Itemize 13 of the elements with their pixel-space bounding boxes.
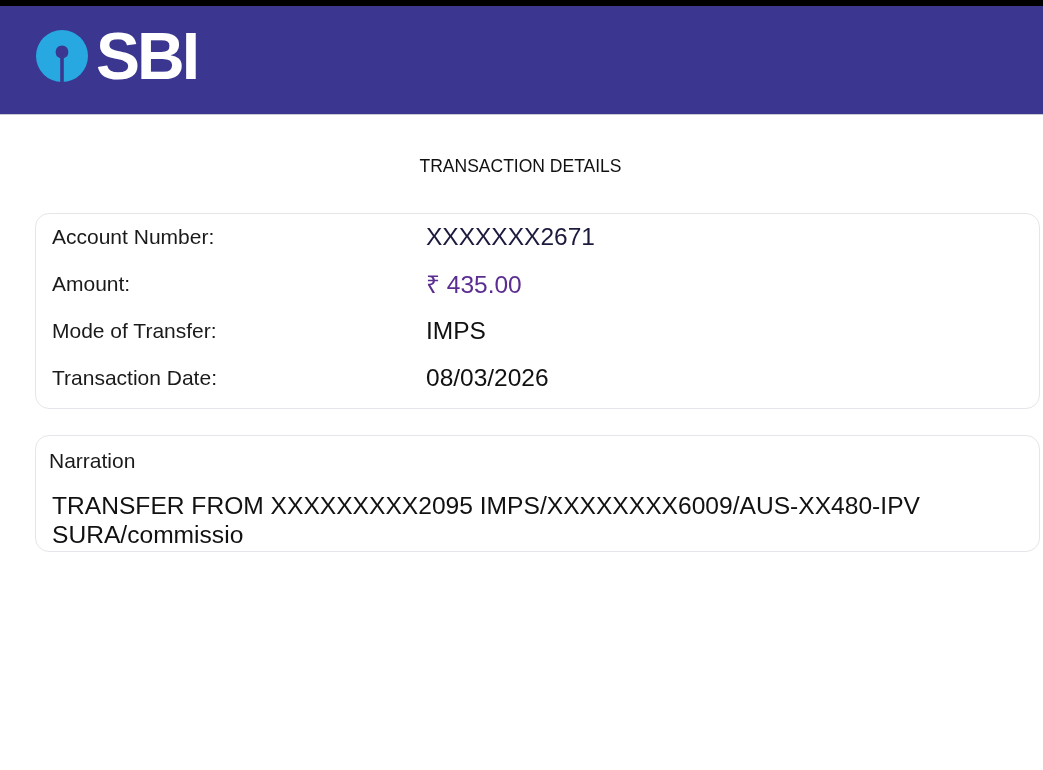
field-label: Mode of Transfer: <box>52 318 218 343</box>
field-value: IMPS <box>426 316 487 345</box>
page-title: TRANSACTION DETAILS <box>418 156 623 176</box>
keyhole-circle-logo-icon <box>36 30 88 82</box>
narration-label: Narration <box>49 449 137 473</box>
field-label: Amount: <box>52 271 132 296</box>
field-value: 08/03/2026 <box>426 363 550 392</box>
logo-text: SBI <box>96 28 198 84</box>
field-value: XXXXXXX2671 <box>426 223 596 251</box>
amount-value: ₹ 435.00 <box>426 270 523 300</box>
field-label: Transaction Date: <box>52 365 218 390</box>
field-label: Account Number: <box>52 225 216 249</box>
narration-text: TRANSFER FROM XXXXXXXXX2095 IMPS/XXXXXXXX6009/AUS-XX480-IPV SURA/commissio <box>51 491 921 549</box>
